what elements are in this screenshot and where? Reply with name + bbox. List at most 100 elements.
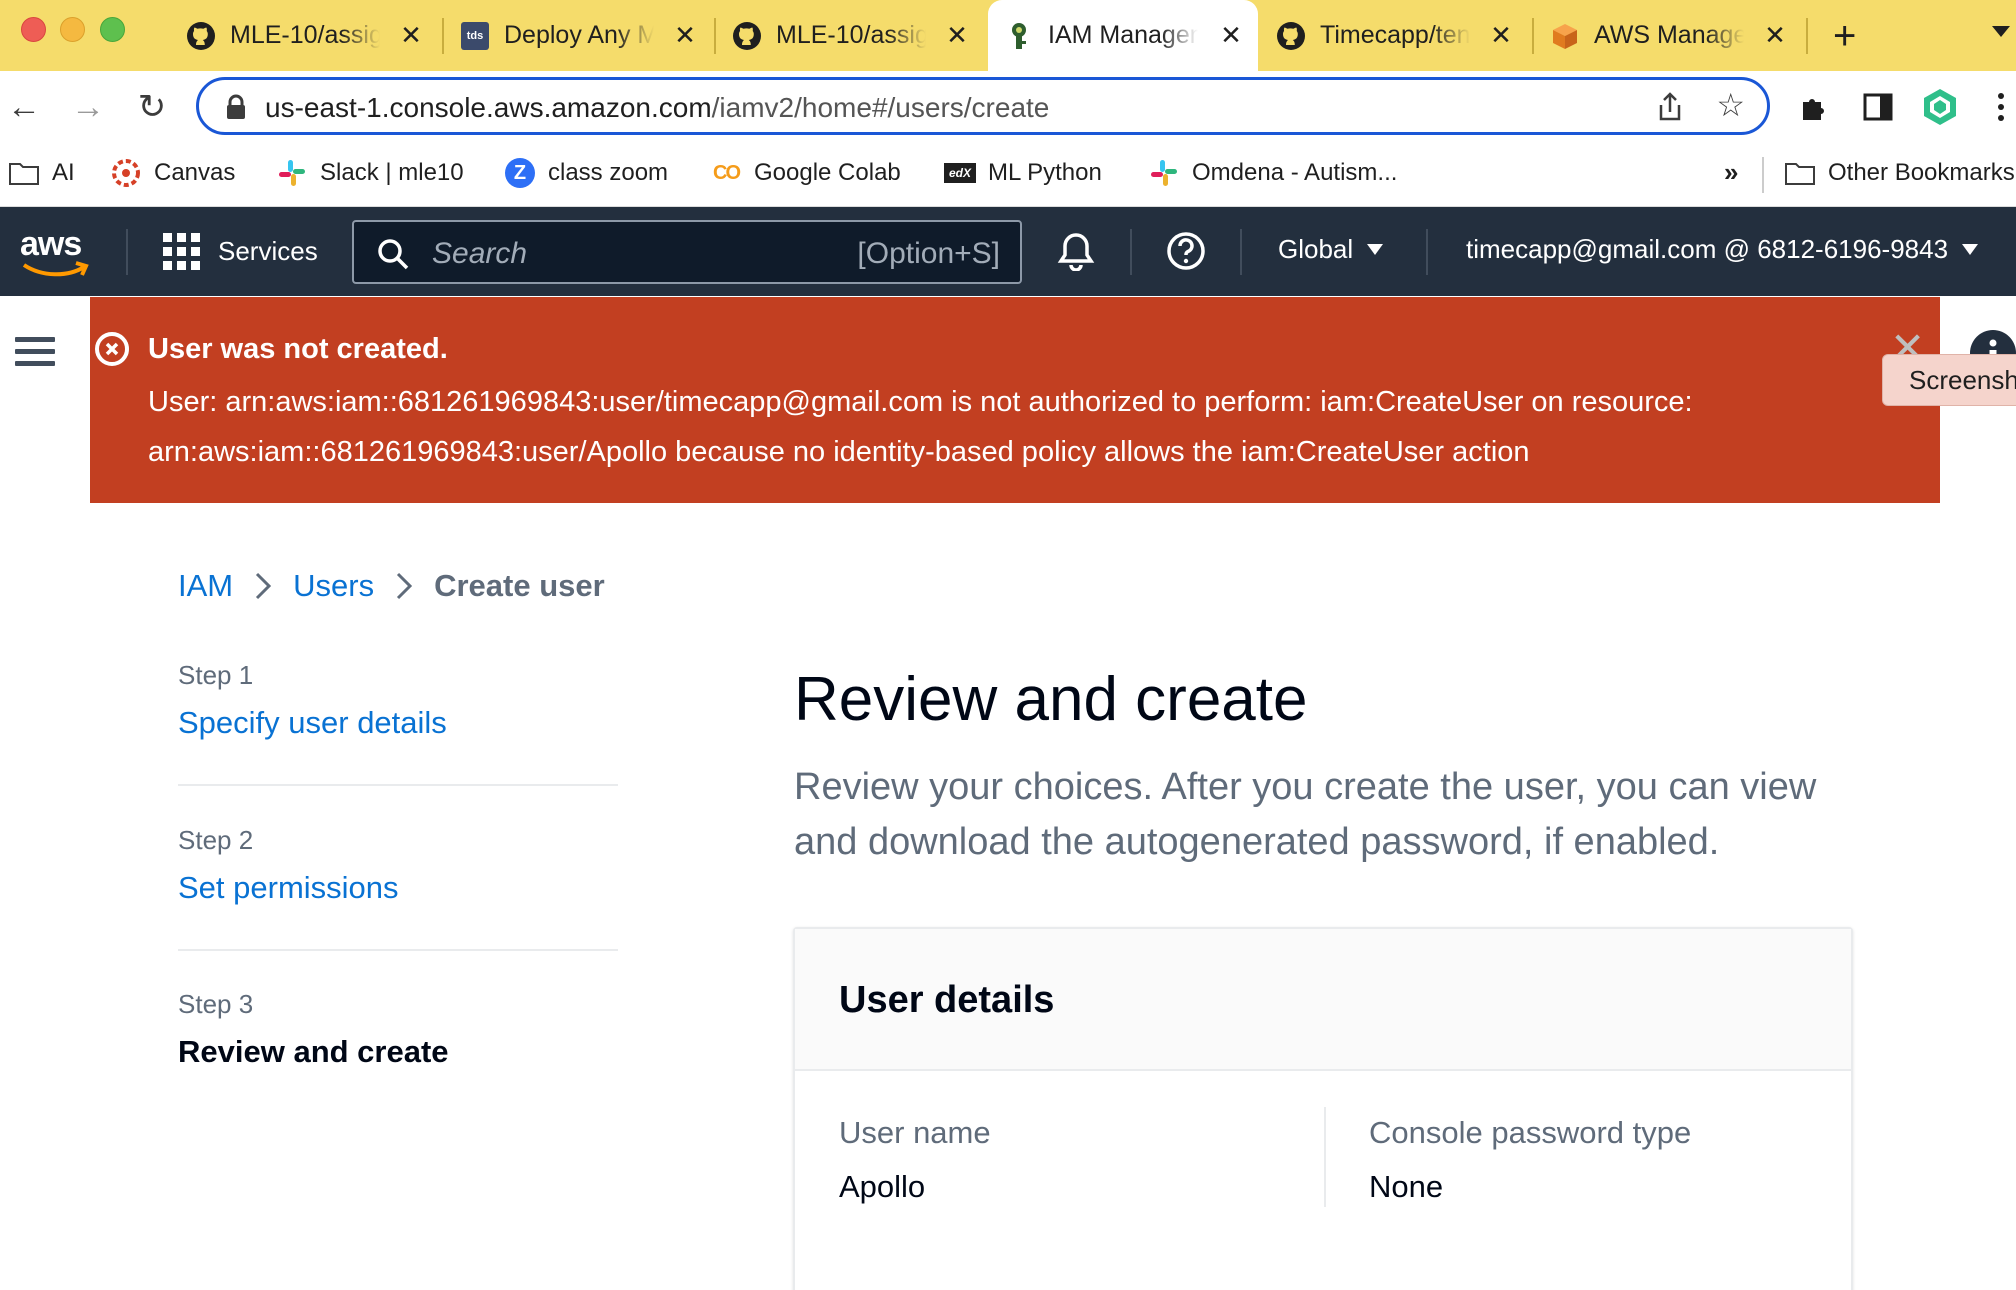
other-bookmarks-label: Other Bookmarks (1828, 159, 2015, 186)
browser-tab[interactable]: tds Deploy Any Model ✕ (444, 0, 712, 71)
bookmarks-overflow-button[interactable]: » (1724, 157, 1738, 188)
nav-divider (126, 229, 128, 275)
url-text[interactable]: us-east-1.console.aws.amazon.com/iamv2/h… (265, 92, 1049, 124)
tab-close-icon[interactable]: ✕ (1218, 22, 1244, 48)
error-title: User was not created. (148, 333, 448, 365)
account-label: timecapp@gmail.com @ 6812-6196-9843 (1466, 234, 1949, 264)
new-tab-button[interactable]: + (1833, 16, 1856, 56)
window-maximize-button[interactable] (100, 17, 125, 42)
browser-menu-icon[interactable] (1986, 87, 2016, 127)
aws-search-input[interactable]: Search [Option+S] (352, 220, 1022, 284)
chevron-right-icon (255, 572, 272, 600)
field-console-password-type: Console password type None (1369, 1115, 1691, 1205)
tds-icon: tds (460, 21, 490, 51)
bookmark-item[interactable]: Z class zoom (504, 155, 668, 191)
services-label: Services (218, 236, 318, 266)
forward-button[interactable]: → (68, 87, 108, 127)
side-nav-menu-button[interactable] (15, 337, 55, 367)
browser-toolbar: ← → ↻ us-east-1.console.aws.amazon.com/i… (0, 71, 2016, 143)
window-minimize-button[interactable] (60, 17, 85, 42)
screenshot-tooltip[interactable]: Screenshot (1882, 354, 2016, 406)
github-icon (1276, 21, 1306, 51)
tab-title: Deploy Any Model (504, 21, 654, 49)
extension-hex-icon[interactable] (1920, 87, 1960, 127)
bookmark-item[interactable]: Omdena - Autism... (1148, 155, 1397, 191)
bookmark-label: class zoom (548, 159, 669, 186)
field-user-name: User name Apollo (839, 1115, 991, 1205)
error-flashbar: User was not created. User: arn:aws:iam:… (90, 297, 1940, 503)
browser-tab-strip: MLE-10/assignment ✕ tds Deploy Any Model… (0, 0, 2016, 71)
aws-cube-icon (1550, 21, 1580, 51)
window-close-button[interactable] (21, 17, 46, 42)
bookmark-label: AI (52, 159, 75, 186)
tab-separator (1806, 18, 1808, 54)
iam-icon (1004, 21, 1034, 51)
step-link-specify-user-details[interactable]: Specify user details (178, 705, 618, 741)
nav-divider (1426, 229, 1428, 275)
notifications-bell-icon[interactable] (1054, 229, 1098, 273)
user-details-panel: User details User name Apollo Console pa… (793, 927, 1853, 1290)
page-description: Review your choices. After you create th… (794, 766, 1817, 863)
address-bar[interactable]: us-east-1.console.aws.amazon.com/iamv2/h… (196, 77, 1770, 135)
bookmark-label: Google Colab (754, 159, 901, 186)
bookmark-item[interactable]: CO Google Colab (710, 155, 901, 191)
back-button[interactable]: ← (4, 87, 44, 127)
bookmark-label: Slack | mle10 (320, 159, 464, 186)
browser-tab[interactable]: MLE-10/assignment ✕ (716, 0, 984, 71)
breadcrumb-link-iam[interactable]: IAM (178, 568, 233, 604)
account-menu[interactable]: timecapp@gmail.com @ 6812-6196-9843 (1466, 234, 1979, 265)
nav-divider (1240, 229, 1242, 275)
tab-close-icon[interactable]: ✕ (672, 22, 698, 48)
breadcrumb-link-users[interactable]: Users (293, 568, 374, 604)
edx-icon: edX (944, 157, 976, 189)
colab-icon: CO (713, 161, 741, 184)
lock-icon[interactable] (225, 94, 247, 125)
step-divider (178, 784, 618, 786)
search-placeholder: Search (432, 237, 528, 270)
tab-close-icon[interactable]: ✕ (1762, 22, 1788, 48)
canvas-icon (110, 157, 142, 189)
tab-close-icon[interactable]: ✕ (944, 22, 970, 48)
bookmarks-divider (1762, 157, 1764, 193)
share-icon[interactable] (1657, 92, 1683, 127)
field-value: None (1369, 1169, 1444, 1204)
step-number: Step 3 (178, 989, 254, 1019)
browser-tab[interactable]: AWS Management Console ✕ (1534, 0, 1802, 71)
bookmark-star-icon[interactable]: ☆ (1716, 86, 1745, 124)
bookmark-item[interactable]: edX ML Python (944, 155, 1102, 191)
aws-logo[interactable]: aws (20, 225, 82, 264)
tab-close-icon[interactable]: ✕ (1488, 22, 1514, 48)
step-link-set-permissions[interactable]: Set permissions (178, 870, 618, 906)
nav-divider (1130, 229, 1132, 275)
other-bookmarks[interactable]: Other Bookmarks (1784, 155, 2015, 191)
help-icon[interactable] (1164, 229, 1208, 273)
caret-down-icon (1367, 244, 1384, 255)
field-label: User name (839, 1115, 991, 1150)
breadcrumb: IAM Users Create user (178, 568, 605, 604)
search-icon (376, 237, 410, 276)
browser-tab-active[interactable]: IAM Management Console ✕ (988, 0, 1258, 71)
bookmark-item[interactable]: AI (8, 155, 75, 191)
tab-close-icon[interactable]: ✕ (398, 22, 424, 48)
zoom-icon: Z (504, 157, 536, 189)
tab-search-chevron-icon[interactable] (1992, 26, 2010, 37)
extensions-puzzle-icon[interactable] (1794, 87, 1834, 127)
region-label: Global (1278, 234, 1354, 264)
bookmark-item[interactable]: Slack | mle10 (276, 155, 464, 191)
bookmark-label: ML Python (988, 159, 1102, 186)
step-divider (178, 949, 618, 951)
browser-tab[interactable]: Timecapp/tensorflow ✕ (1260, 0, 1528, 71)
wizard-step-1: Step 1 Specify user details (178, 660, 618, 741)
url-host: us-east-1.console.aws.amazon.com (265, 92, 712, 123)
browser-tab[interactable]: MLE-10/assignment ✕ (170, 0, 438, 71)
region-selector[interactable]: Global (1278, 234, 1384, 265)
services-menu-button[interactable]: Services (163, 233, 318, 270)
caret-down-icon (1962, 244, 1979, 255)
tab-title: MLE-10/assignment (776, 21, 926, 49)
github-icon (732, 21, 762, 51)
side-panel-icon[interactable] (1858, 87, 1898, 127)
url-path: /iamv2/home#/users/create (711, 92, 1050, 123)
reload-button[interactable]: ↻ (132, 87, 172, 127)
page-title: Review and create (794, 665, 1308, 734)
bookmark-item[interactable]: Canvas (110, 155, 235, 191)
